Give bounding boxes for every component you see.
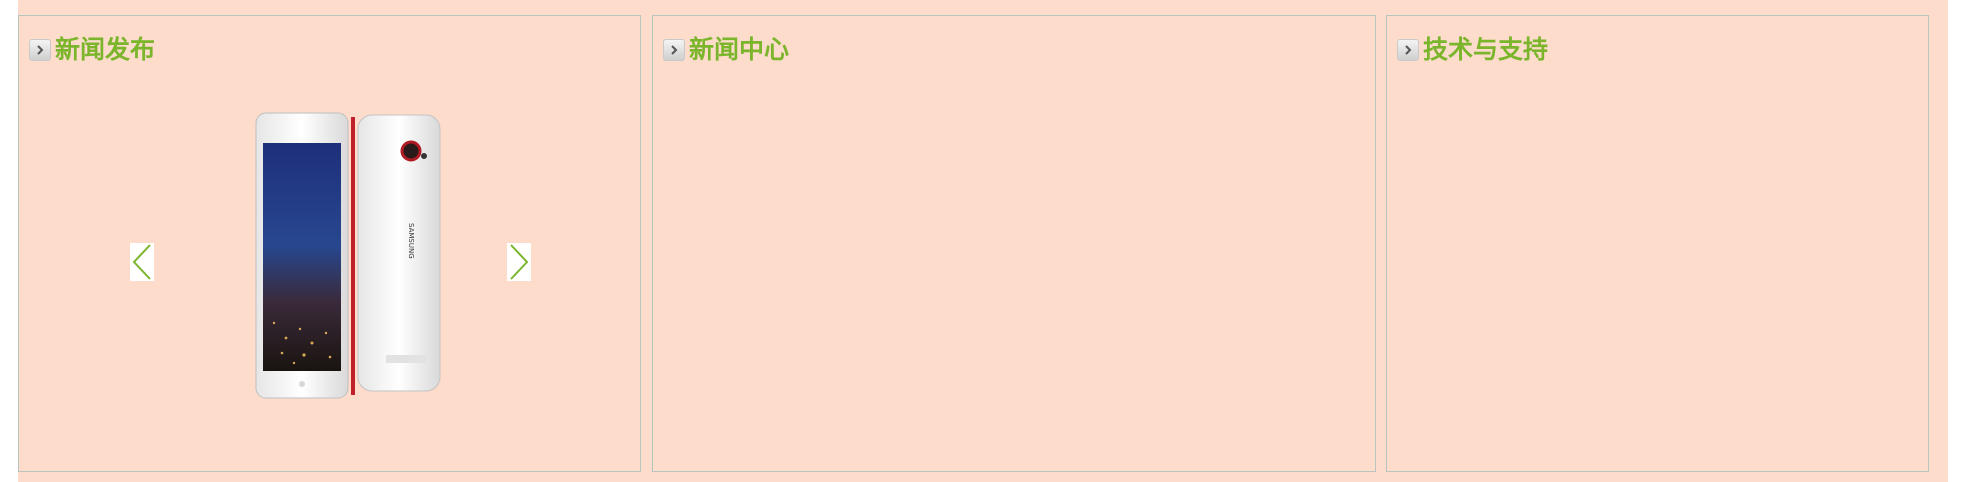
news-release-panel: 新闻发布 SAMSUNG <box>18 15 641 472</box>
panel-header: 技术与支持 <box>1397 37 1548 63</box>
chevron-right-icon <box>663 39 685 61</box>
phone-product-image[interactable]: SAMSUNG <box>234 93 444 403</box>
slider-next-button[interactable] <box>507 243 531 281</box>
chevron-right-icon <box>29 39 51 61</box>
panel-title[interactable]: 新闻发布 <box>55 37 155 63</box>
tech-support-panel: 技术与支持 <box>1386 15 1929 472</box>
slider-prev-button[interactable] <box>130 243 154 281</box>
svg-text:SAMSUNG: SAMSUNG <box>407 223 415 259</box>
panel-header: 新闻发布 <box>29 37 155 63</box>
panel-title[interactable]: 技术与支持 <box>1423 37 1548 63</box>
panel-title[interactable]: 新闻中心 <box>689 37 789 63</box>
news-center-panel: 新闻中心 <box>652 15 1376 472</box>
panel-header: 新闻中心 <box>663 37 789 63</box>
chevron-left-icon <box>132 244 151 280</box>
chevron-right-icon <box>510 244 529 280</box>
chevron-right-icon <box>1397 39 1419 61</box>
